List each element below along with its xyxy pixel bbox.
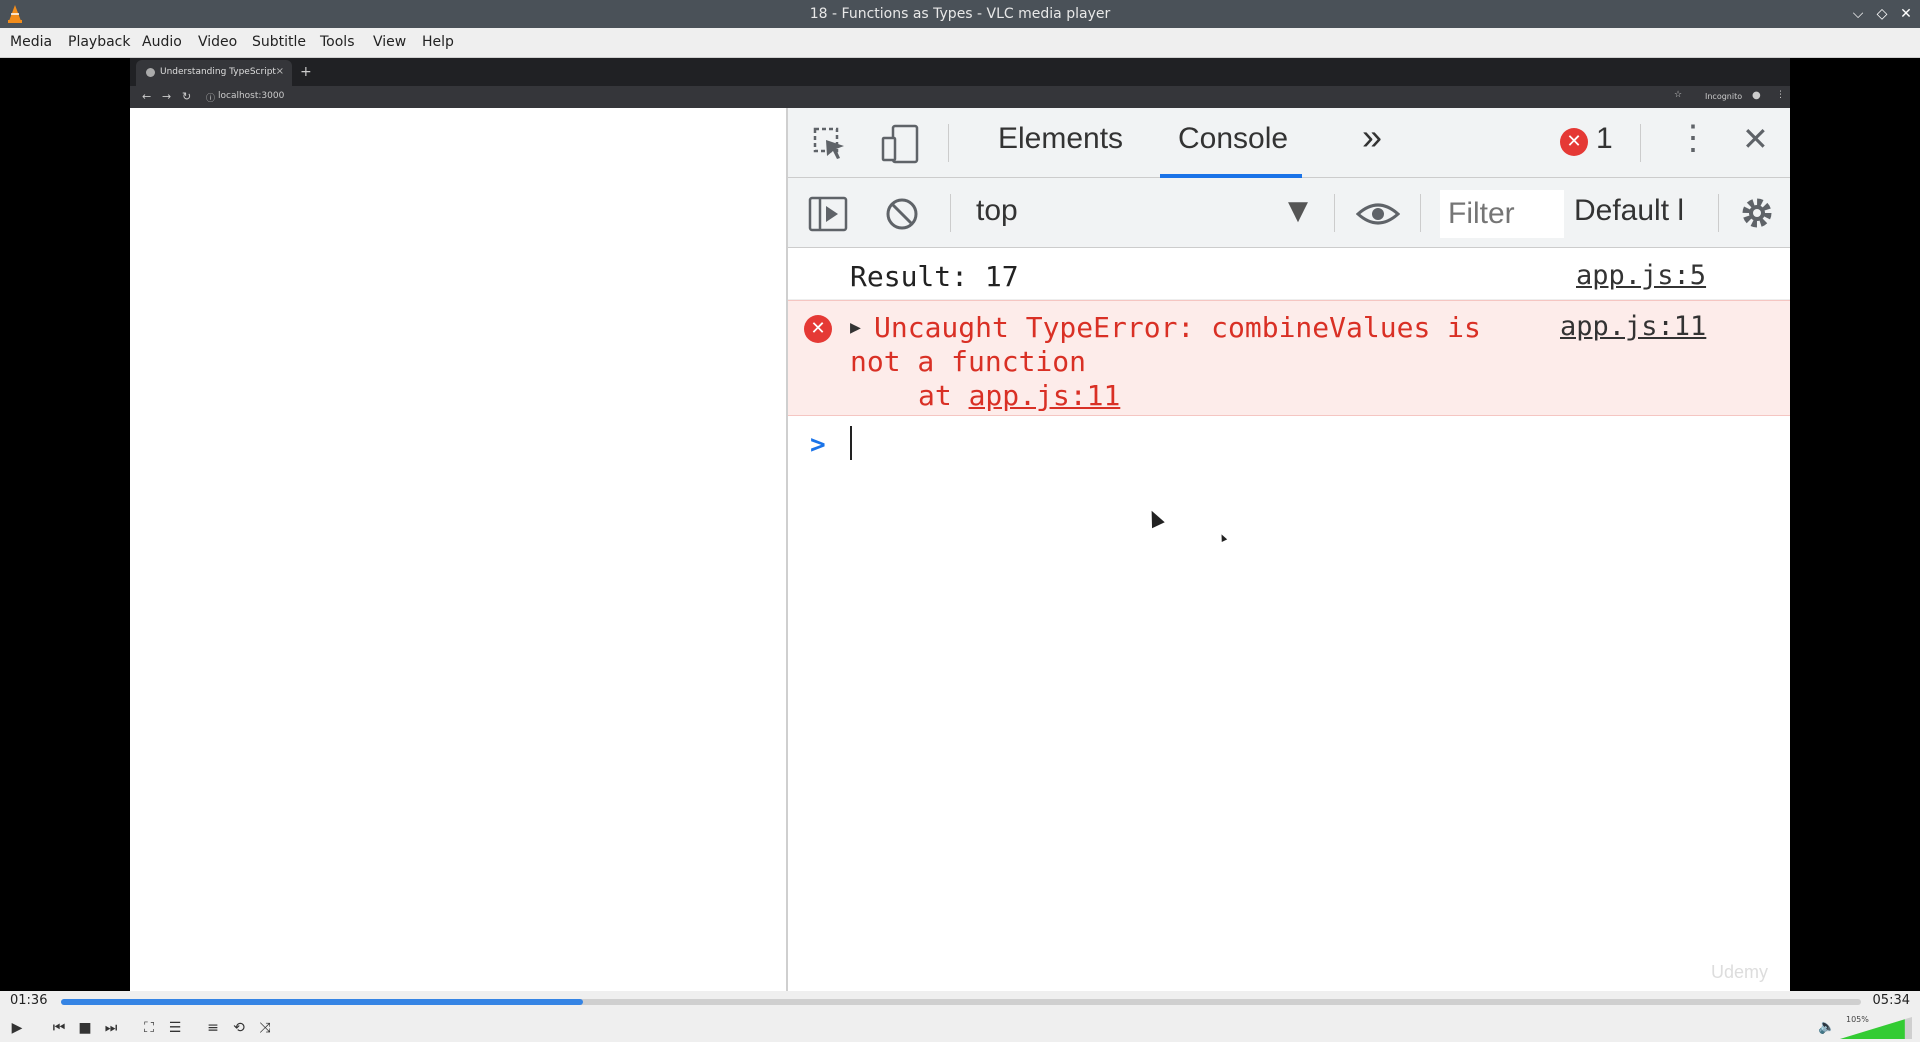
forward-icon: → [162, 90, 172, 103]
browser-tab-title: Understanding TypeScript [160, 67, 276, 77]
clear-console-icon [886, 198, 918, 230]
minimize-button[interactable]: ⌵ [1848, 4, 1868, 24]
reload-icon: ↻ [182, 90, 192, 103]
console-toolbar: top ▼ Default l [788, 178, 1790, 248]
device-toolbar-icon [881, 124, 919, 164]
console-input-caret[interactable] [850, 426, 852, 460]
playlist-button[interactable]: ≡ [202, 1017, 224, 1039]
menu-video[interactable]: Video [198, 34, 237, 50]
more-tabs-icon[interactable]: » [1362, 116, 1382, 158]
error-count[interactable]: 1 [1596, 122, 1613, 156]
console-log-row: Result: 17 app.js:5 [788, 248, 1790, 300]
back-icon: ← [142, 90, 152, 103]
window-titlebar: 18 - Functions as Types - VLC media play… [0, 0, 1920, 28]
player-controls: 01:36 05:34 ▶ ⏮ ■ ⏭ ⛶ ☰ ≡ ⟲ ⤨ 🔈 105% [0, 991, 1920, 1042]
log-levels-dropdown[interactable]: Default l [1574, 194, 1698, 234]
error-count-icon[interactable]: ✕ [1560, 128, 1588, 156]
console-error-row: ✕ ▶ Uncaught TypeError: combineValues is… [788, 300, 1790, 416]
expand-triangle-icon[interactable]: ▶ [850, 317, 861, 338]
error-message-line1: Uncaught TypeError: combineValues is [874, 311, 1481, 344]
seek-progress [61, 999, 583, 1005]
error-source-link[interactable]: app.js:11 [1560, 311, 1706, 342]
favicon-icon [146, 68, 155, 77]
menu-view[interactable]: View [373, 34, 406, 50]
close-devtools-icon[interactable]: ✕ [1742, 120, 1769, 158]
devtools-menu-icon[interactable]: ⋮ [1676, 118, 1710, 158]
devtools-panel: Elements Console » ✕ 1 ⋮ ✕ top ▼ Filter … [786, 108, 1790, 991]
info-icon: ⓘ [206, 94, 216, 104]
previous-button[interactable]: ⏮ [48, 1017, 70, 1039]
tab-close-icon: × [275, 66, 284, 77]
video-area[interactable]: Understanding TypeScript × + ← → ↻ ⓘ loc… [0, 58, 1920, 991]
menu-bar: Media Playback Audio Video Subtitle Tool… [0, 28, 1920, 58]
error-stack-line: at app.js:11 [918, 379, 1120, 412]
seek-slider[interactable] [61, 999, 1861, 1005]
error-message-line2: not a function [850, 345, 1087, 378]
stack-link[interactable]: app.js:11 [969, 379, 1121, 412]
toolbar-divider [1718, 194, 1719, 232]
menu-media[interactable]: Media [10, 34, 52, 50]
incognito-icon: ● [1752, 90, 1761, 101]
error-icon: ✕ [804, 315, 832, 343]
menu-audio[interactable]: Audio [142, 34, 182, 50]
fullscreen-button[interactable]: ⛶ [138, 1017, 160, 1039]
video-frame: Understanding TypeScript × + ← → ↻ ⓘ loc… [130, 58, 1790, 991]
new-tab-icon: + [300, 64, 312, 80]
menu-tools[interactable]: Tools [320, 34, 355, 50]
incognito-label: Incognito [1705, 92, 1743, 101]
toolbar-divider [1334, 194, 1335, 232]
live-expression-eye-icon [1356, 203, 1400, 225]
volume-fill [1840, 1019, 1905, 1039]
inspect-element-icon [813, 127, 844, 159]
play-button[interactable]: ▶ [6, 1017, 28, 1039]
menu-subtitle[interactable]: Subtitle [252, 34, 306, 50]
stack-prefix: at [918, 379, 969, 412]
next-button[interactable]: ⏭ [100, 1017, 122, 1039]
udemy-watermark: Udemy [1710, 962, 1768, 982]
chevron-down-icon: ▼ [1288, 196, 1308, 226]
volume-slider[interactable] [1840, 1017, 1912, 1039]
devtools-top-bar: Elements Console » ✕ 1 ⋮ ✕ [788, 108, 1790, 178]
stop-button[interactable]: ■ [74, 1017, 96, 1039]
filter-input[interactable] [1440, 190, 1564, 238]
console-output: Result: 17 app.js:5 ✕ ▶ Uncaught TypeErr… [788, 248, 1790, 991]
menu-help[interactable]: Help [422, 34, 454, 50]
browser-tab: Understanding TypeScript × [136, 60, 292, 86]
bookmark-icon: ☆ [1674, 90, 1683, 100]
speaker-icon[interactable]: 🔈 [1818, 1019, 1835, 1035]
browser-tab-strip: Understanding TypeScript × + [130, 58, 1790, 86]
browser-menu-icon: ⋮ [1776, 90, 1785, 100]
context-selector[interactable]: top [976, 194, 1296, 232]
log-source-link[interactable]: app.js:5 [1576, 260, 1706, 291]
extended-settings-button[interactable]: ☰ [164, 1017, 186, 1039]
show-sidebar-icon [808, 196, 848, 232]
address-bar-url: localhost:3000 [218, 91, 285, 101]
close-window-button[interactable]: ✕ [1896, 4, 1916, 24]
log-message: Result: 17 [850, 260, 1019, 293]
console-prompt-icon: > [810, 430, 826, 460]
window-title: 18 - Functions as Types - VLC media play… [809, 6, 1111, 22]
browser-toolbar: ← → ↻ ⓘ localhost:3000 ☆ Incognito ● ⋮ [130, 86, 1790, 108]
toolbar-divider [950, 194, 951, 232]
menu-playback[interactable]: Playback [68, 34, 130, 50]
toolbar-divider [1640, 124, 1641, 162]
tab-elements[interactable]: Elements [998, 122, 1123, 156]
time-elapsed: 01:36 [10, 993, 48, 1008]
toolbar-divider [1420, 194, 1421, 232]
shuffle-button[interactable]: ⤨ [254, 1017, 276, 1039]
loop-button[interactable]: ⟲ [228, 1017, 250, 1039]
maximize-button[interactable]: ◇ [1872, 4, 1892, 24]
gear-icon [1742, 198, 1772, 228]
toolbar-divider [948, 124, 949, 162]
tab-console[interactable]: Console [1178, 122, 1288, 156]
time-total: 05:34 [1872, 993, 1910, 1008]
